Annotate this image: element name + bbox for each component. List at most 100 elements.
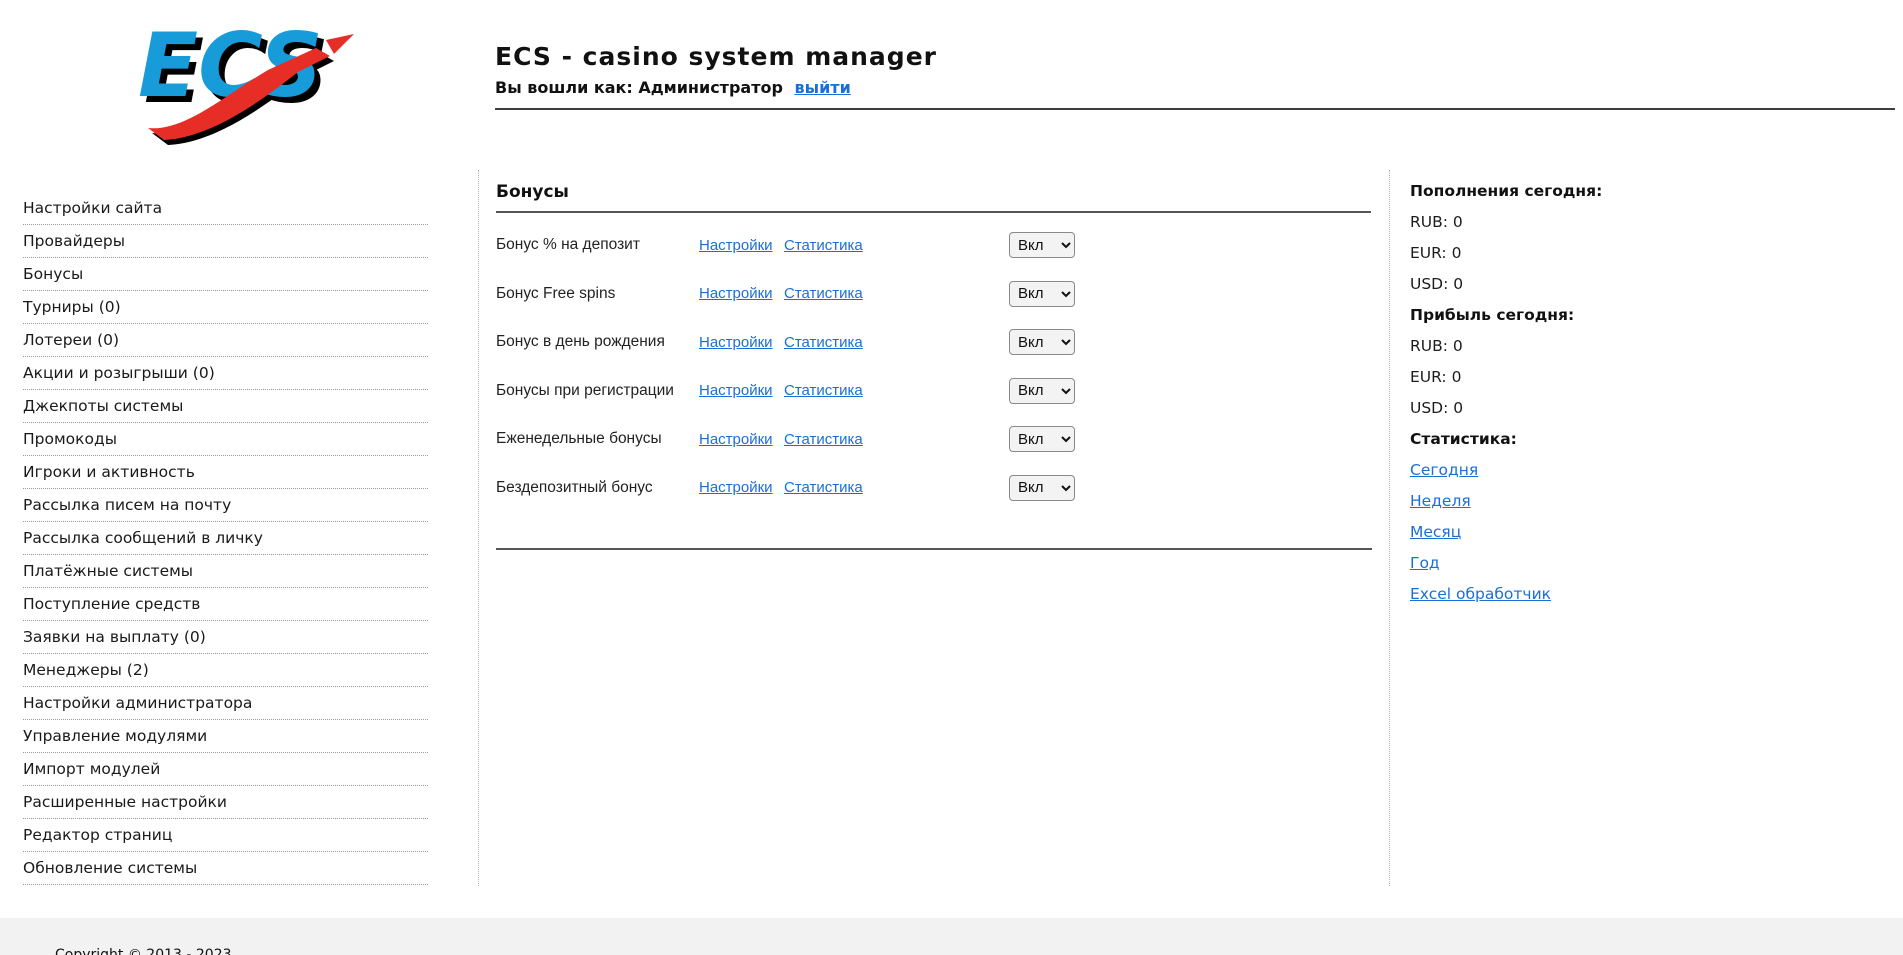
sidebar-item[interactable]: Игроки и активность	[23, 456, 428, 489]
sidebar-item-label: Рассылка сообщений в личку	[23, 529, 263, 547]
sidebar-item[interactable]: Рассылка писем на почту	[23, 489, 428, 522]
sidebar-item-label: Лотереи (0)	[23, 331, 119, 349]
currency-code: RUB:	[1410, 213, 1448, 231]
sidebar-item-label: Настройки сайта	[23, 199, 162, 217]
bonuses-top-divider	[496, 211, 1371, 213]
sidebar-item-label: Обновление системы	[23, 859, 197, 877]
sidebar-item[interactable]: Бонусы	[23, 258, 428, 291]
stats-period-link[interactable]: Неделя	[1410, 492, 1471, 510]
logo-arrow-tip	[326, 34, 354, 54]
currency-value: 0	[1453, 337, 1463, 355]
bonus-label: Бездепозитный бонус	[496, 479, 699, 497]
statistics-title: Статистика:	[1410, 430, 1730, 461]
bonus-state-select[interactable]: Вкл	[1009, 426, 1075, 452]
statistics-links: Сегодня Неделя Месяц Год Excel обработчи…	[1410, 461, 1730, 616]
page-title: ECS - casino system manager	[495, 42, 937, 71]
bonus-state-select[interactable]: Вкл	[1009, 281, 1075, 307]
sidebar-item[interactable]: Расширенные настройки	[23, 786, 428, 819]
stats-period-link[interactable]: Excel обработчик	[1410, 585, 1551, 603]
bonus-label: Бонусы при регистрации	[496, 382, 699, 400]
statistics-link-row: Месяц	[1410, 523, 1730, 554]
bonus-row: Еженедельные бонусы Настройки Статистика…	[496, 415, 1371, 464]
sidebar-item[interactable]: Редактор страниц	[23, 819, 428, 852]
bonus-settings-link[interactable]: Настройки	[699, 431, 784, 448]
currency-code: EUR:	[1410, 244, 1447, 262]
logout-link[interactable]: выйти	[795, 78, 851, 97]
summary-panel: Пополнения сегодня: RUB: 0 EUR: 0 USD: 0…	[1410, 182, 1730, 616]
sidebar-item[interactable]: Джекпоты системы	[23, 390, 428, 423]
sidebar-item[interactable]: Управление модулями	[23, 720, 428, 753]
currency-code: USD:	[1410, 275, 1448, 293]
sidebar-item[interactable]: Настройки администратора	[23, 687, 428, 720]
login-status: Вы вошли как: Администратор выйти	[495, 78, 851, 97]
statistics-link-row: Год	[1410, 554, 1730, 585]
sidebar-item[interactable]: Турниры (0)	[23, 291, 428, 324]
profit-today-list: RUB: 0 EUR: 0 USD: 0	[1410, 337, 1730, 430]
deposits-today-list: RUB: 0 EUR: 0 USD: 0	[1410, 213, 1730, 306]
bonus-statistics-link[interactable]: Статистика	[784, 334, 1009, 351]
currency-line: RUB: 0	[1410, 213, 1730, 244]
sidebar-item[interactable]: Настройки сайта	[23, 192, 428, 225]
bonus-settings-link[interactable]: Настройки	[699, 285, 784, 302]
bonus-state-select[interactable]: Вкл	[1009, 232, 1075, 258]
sidebar-item[interactable]: Лотереи (0)	[23, 324, 428, 357]
login-status-text: Вы вошли как: Администратор	[495, 78, 783, 97]
stats-period-link[interactable]: Год	[1410, 554, 1440, 572]
sidebar-item-label: Акции и розыгрыши (0)	[23, 364, 215, 382]
sidebar-item[interactable]: Поступление средств	[23, 588, 428, 621]
currency-line: RUB: 0	[1410, 337, 1730, 368]
bonus-row: Бонус в день рождения Настройки Статисти…	[496, 318, 1371, 367]
bonus-state-select[interactable]: Вкл	[1009, 329, 1075, 355]
bonus-label: Бонус Free spins	[496, 285, 699, 303]
sidebar-item[interactable]: Акции и розыгрыши (0)	[23, 357, 428, 390]
sidebar-item[interactable]: Платёжные системы	[23, 555, 428, 588]
footer: Copyright © 2013 - 2023	[0, 918, 1903, 955]
bonuses-title: Бонусы	[496, 182, 1371, 202]
sidebar-item[interactable]: Промокоды	[23, 423, 428, 456]
bonus-row: Бездепозитный бонус Настройки Статистика…	[496, 464, 1371, 513]
currency-line: EUR: 0	[1410, 244, 1730, 275]
sidebar-item-label: Поступление средств	[23, 595, 200, 613]
sidebar-item-label: Управление модулями	[23, 727, 207, 745]
stats-period-link[interactable]: Месяц	[1410, 523, 1461, 541]
bonus-settings-link[interactable]: Настройки	[699, 237, 784, 254]
currency-value: 0	[1452, 368, 1462, 386]
bonus-state-select[interactable]: Вкл	[1009, 475, 1075, 501]
header-divider	[495, 108, 1895, 110]
bonus-settings-link[interactable]: Настройки	[699, 334, 784, 351]
bonus-label: Бонус в день рождения	[496, 333, 699, 351]
stats-period-link[interactable]: Сегодня	[1410, 461, 1478, 479]
bonus-statistics-link[interactable]: Статистика	[784, 431, 1009, 448]
sidebar-item-label: Менеджеры (2)	[23, 661, 149, 679]
statistics-link-row: Excel обработчик	[1410, 585, 1730, 616]
sidebar-item-label: Импорт модулей	[23, 760, 160, 778]
sidebar-item[interactable]: Менеджеры (2)	[23, 654, 428, 687]
bonus-statistics-link[interactable]: Статистика	[784, 237, 1009, 254]
currency-code: USD:	[1410, 399, 1448, 417]
bonus-label: Бонус % на депозит	[496, 236, 699, 254]
bonus-state-select[interactable]: Вкл	[1009, 378, 1075, 404]
statistics-link-row: Сегодня	[1410, 461, 1730, 492]
currency-line: USD: 0	[1410, 399, 1730, 430]
bonus-statistics-link[interactable]: Статистика	[784, 479, 1009, 496]
sidebar-item-label: Рассылка писем на почту	[23, 496, 231, 514]
sidebar-item[interactable]: Заявки на выплату (0)	[23, 621, 428, 654]
sidebar-item-label: Настройки администратора	[23, 694, 252, 712]
sidebar-item[interactable]: Обновление системы	[23, 852, 428, 885]
sidebar-item-label: Джекпоты системы	[23, 397, 183, 415]
bonus-statistics-link[interactable]: Статистика	[784, 382, 1009, 399]
currency-line: USD: 0	[1410, 275, 1730, 306]
deposits-today-title: Пополнения сегодня:	[1410, 182, 1730, 213]
bonus-row: Бонусы при регистрации Настройки Статист…	[496, 367, 1371, 416]
sidebar-item-label: Платёжные системы	[23, 562, 193, 580]
sidebar-item-label: Турниры (0)	[23, 298, 121, 316]
bonus-statistics-link[interactable]: Статистика	[784, 285, 1009, 302]
sidebar-item[interactable]: Рассылка сообщений в личку	[23, 522, 428, 555]
sidebar-item-label: Провайдеры	[23, 232, 125, 250]
sidebar-item[interactable]: Провайдеры	[23, 225, 428, 258]
bonus-settings-link[interactable]: Настройки	[699, 382, 784, 399]
bonuses-bottom-divider	[496, 548, 1372, 550]
bonus-row: Бонус % на депозит Настройки Статистика …	[496, 221, 1371, 270]
sidebar-item[interactable]: Импорт модулей	[23, 753, 428, 786]
bonus-settings-link[interactable]: Настройки	[699, 479, 784, 496]
